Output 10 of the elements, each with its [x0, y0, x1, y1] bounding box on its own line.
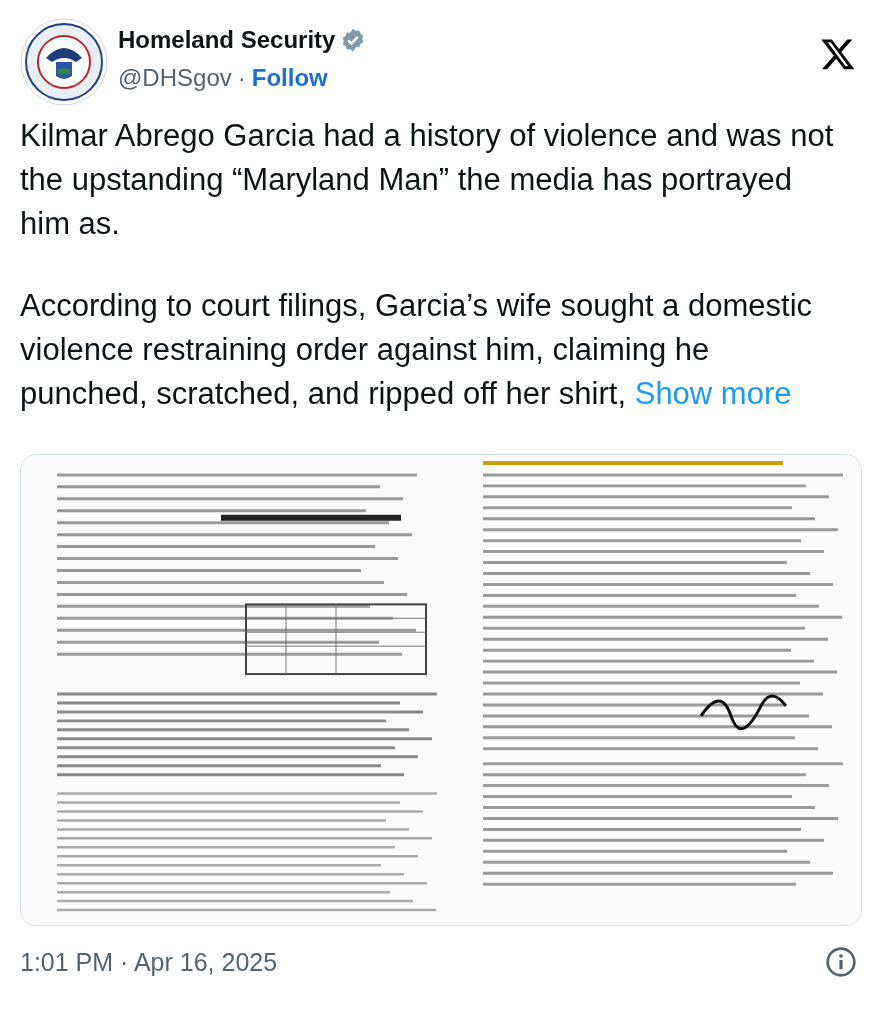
account-handle: @DHSgov	[118, 64, 232, 92]
timestamp[interactable]: 1:01 PM · Apr 16, 2025	[20, 947, 278, 977]
follow-link[interactable]: Follow	[251, 64, 328, 92]
tweet-paragraph: According to court filings, Garcia’s wife sought a domestic violence restraining order against him, claiming he punched, scratched, and ripped off her shirt, Show more	[20, 287, 813, 413]
info-icon[interactable]	[825, 946, 857, 978]
seal-avatar[interactable]	[20, 18, 108, 106]
separator: ·	[237, 64, 246, 92]
x-logo-icon[interactable]	[819, 36, 857, 72]
account-name[interactable]: Homeland Security	[118, 26, 336, 54]
tweet-paragraph: Kilmar Abrego Garcia had a history of violence and was not the upstanding “Maryland Man” the media has portrayed him as.	[20, 117, 835, 243]
